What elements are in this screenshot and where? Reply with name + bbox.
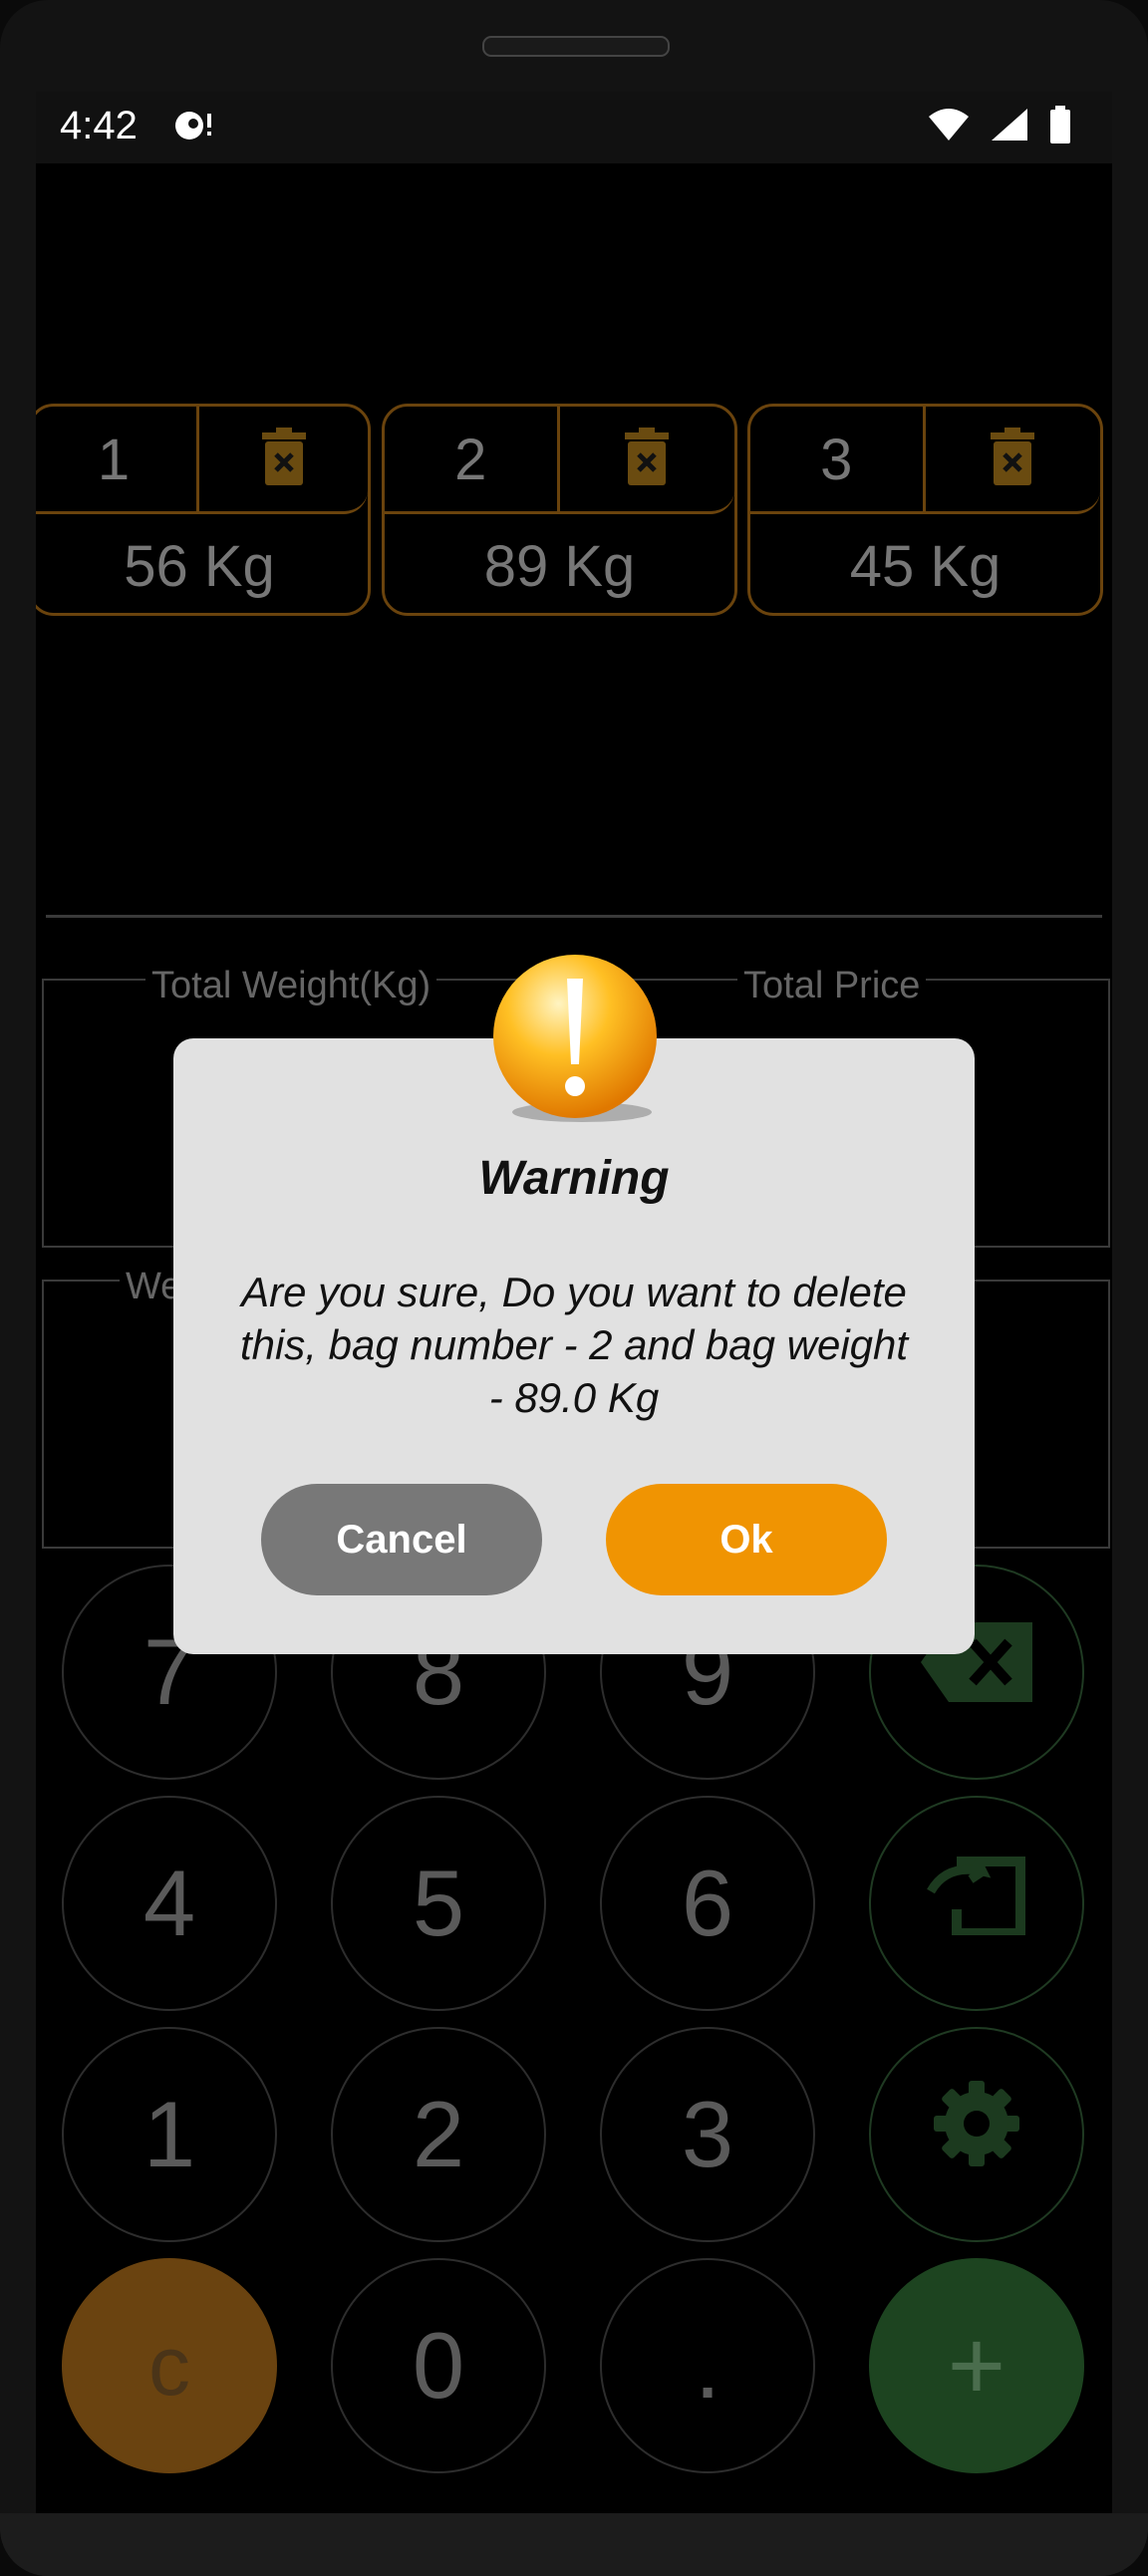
status-icons [919,106,1072,153]
total-price-label: Total Price [737,965,927,1007]
device-bottom-bezel [0,2513,1148,2576]
key-1[interactable]: 1 [62,2027,277,2242]
export-icon [927,1850,1026,1957]
export-key[interactable] [869,1796,1084,2011]
key-3[interactable]: 3 [600,2027,815,2242]
clear-key[interactable]: c [62,2258,277,2473]
key-0[interactable]: 0 [331,2258,546,2473]
earpiece-speaker [482,36,670,57]
key-4[interactable]: 4 [62,1796,277,2011]
section-divider [46,915,1102,918]
dialog-title: Warning [478,1152,670,1205]
settings-gear-icon [932,2079,1021,2190]
warning-icon [490,953,660,1127]
bag-weight: 89 Kg [483,534,636,599]
device-frame: 4:42 1 56 Kg 2 89 Kg 3 45 Kg Total Weigh… [0,0,1148,2576]
bag-weight: 45 Kg [849,534,1002,599]
wifi-icon [927,107,971,152]
trash-icon [623,428,671,490]
warning-dialog: Warning Are you sure, Do you want to del… [173,1038,975,1654]
dialog-message: Are you sure, Do you want to delete this… [239,1269,909,1421]
delete-bag-button[interactable] [559,407,734,514]
bag-card[interactable]: 1 56 Kg [36,404,371,616]
trash-icon [260,428,308,490]
settings-key[interactable] [869,2027,1084,2242]
key-5[interactable]: 5 [331,1796,546,2011]
status-time: 4:42 [60,104,138,147]
cell-signal-icon [990,107,1029,152]
bag-card[interactable]: 3 45 Kg [747,404,1103,616]
bag-number: 1 [36,407,199,514]
bag-number: 2 [385,407,560,514]
battery-icon [1048,106,1072,153]
bag-card[interactable]: 2 89 Kg [382,404,737,616]
bag-number: 3 [750,407,926,514]
total-weight-label: Total Weight(Kg) [145,965,437,1007]
bag-weight: 56 Kg [124,534,275,599]
delete-bag-button[interactable] [199,407,368,514]
trash-icon [989,428,1036,490]
status-bar: 4:42 [36,92,1112,163]
delete-bag-button[interactable] [925,407,1100,514]
cancel-button[interactable]: Cancel [261,1484,542,1595]
ok-button[interactable]: Ok [606,1484,887,1595]
notification-icon [173,108,217,153]
add-bag-key[interactable]: + [869,2258,1084,2473]
key-6[interactable]: 6 [600,1796,815,2011]
key-2[interactable]: 2 [331,2027,546,2242]
decimal-key[interactable]: . [600,2258,815,2473]
